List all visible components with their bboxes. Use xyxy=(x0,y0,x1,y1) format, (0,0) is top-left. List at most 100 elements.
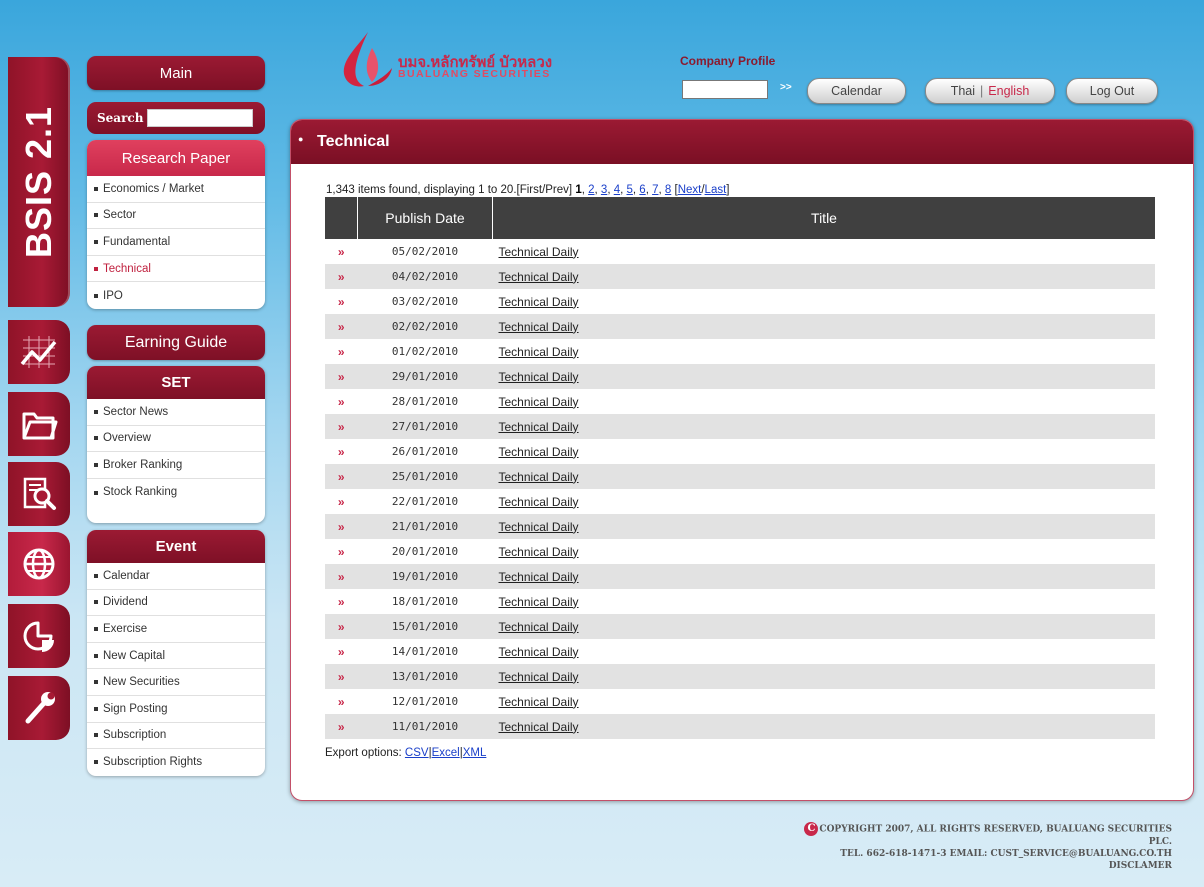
menu-item-broker-ranking[interactable]: Broker Ranking xyxy=(87,452,265,479)
report-title-link[interactable]: Technical Daily xyxy=(499,620,579,634)
lang-english-button[interactable]: English xyxy=(988,84,1029,98)
report-title-link[interactable]: Technical Daily xyxy=(499,695,579,709)
main-menu-button[interactable]: Main xyxy=(87,56,265,90)
search-label: Search xyxy=(97,111,144,125)
company-logo[interactable]: บมจ.หลักทรัพย์ บัวหลวง BUALUANG SECURITI… xyxy=(338,30,648,90)
report-title-link[interactable]: Technical Daily xyxy=(499,470,579,484)
menu-item-sector[interactable]: Sector xyxy=(87,203,265,230)
research-paper-heading[interactable]: Research Paper xyxy=(87,140,265,176)
company-profile-input[interactable] xyxy=(682,80,768,99)
menu-item-fundamental[interactable]: Fundamental xyxy=(87,229,265,256)
report-title-link[interactable]: Technical Daily xyxy=(499,545,579,559)
export-excel-link[interactable]: Excel xyxy=(432,747,460,759)
menu-item-technical[interactable]: Technical xyxy=(87,256,265,283)
report-title-link[interactable]: Technical Daily xyxy=(499,645,579,659)
event-heading[interactable]: Event xyxy=(87,530,265,563)
bullet-icon xyxy=(94,213,98,218)
tools-tab[interactable] xyxy=(8,676,70,740)
report-title-link[interactable]: Technical Daily xyxy=(499,295,579,309)
earning-guide-button[interactable]: Earning Guide xyxy=(87,325,265,360)
report-title-link[interactable]: Technical Daily xyxy=(499,245,579,259)
menu-item-label: Sign Posting xyxy=(103,702,168,715)
table-row: » 19/01/2010 Technical Daily xyxy=(325,564,1155,589)
calendar-button[interactable]: Calendar xyxy=(807,78,906,104)
publish-date-header[interactable]: Publish Date xyxy=(357,197,493,239)
set-heading[interactable]: SET xyxy=(87,366,265,399)
report-title-link[interactable]: Technical Daily xyxy=(499,445,579,459)
report-title-link[interactable]: Technical Daily xyxy=(499,670,579,684)
logout-button[interactable]: Log Out xyxy=(1066,78,1158,104)
publish-date-cell: 12/01/2010 xyxy=(357,689,493,714)
menu-item-sector-news[interactable]: Sector News xyxy=(87,399,265,426)
language-switch: Thai | English xyxy=(925,78,1055,104)
marker-column-header xyxy=(325,197,358,239)
report-title-link[interactable]: Technical Daily xyxy=(499,520,579,534)
publish-date-cell: 13/01/2010 xyxy=(357,664,493,689)
menu-item-subscription-rights[interactable]: Subscription Rights xyxy=(87,749,265,776)
page-link-6[interactable]: 6 xyxy=(639,184,645,196)
lang-thai-button[interactable]: Thai xyxy=(951,84,975,98)
report-title-link[interactable]: Technical Daily xyxy=(499,320,579,334)
report-title-link[interactable]: Technical Daily xyxy=(499,720,579,734)
menu-item-new-securities[interactable]: New Securities xyxy=(87,669,265,696)
folder-tab[interactable] xyxy=(8,392,70,456)
title-cell: Technical Daily xyxy=(492,489,1155,514)
menu-item-exercise[interactable]: Exercise xyxy=(87,616,265,643)
market-chart-tab[interactable] xyxy=(8,320,70,384)
menu-item-ipo[interactable]: IPO xyxy=(87,282,265,309)
bullet-icon xyxy=(94,733,98,738)
page-link-3[interactable]: 3 xyxy=(601,184,607,196)
publish-date-cell: 27/01/2010 xyxy=(357,414,493,439)
report-title-link[interactable]: Technical Daily xyxy=(499,595,579,609)
menu-item-label: IPO xyxy=(103,289,123,302)
document-search-tab[interactable] xyxy=(8,462,70,526)
row-marker-icon: » xyxy=(325,514,358,539)
menu-item-economics-market[interactable]: Economics / Market xyxy=(87,176,265,203)
title-cell: Technical Daily xyxy=(492,564,1155,589)
search-input[interactable] xyxy=(147,109,254,127)
bullet-icon xyxy=(94,490,98,495)
row-marker-icon: » xyxy=(325,289,358,314)
lotus-flame-icon xyxy=(343,32,392,87)
export-xml-link[interactable]: XML xyxy=(463,747,487,759)
report-title-link[interactable]: Technical Daily xyxy=(499,370,579,384)
next-link[interactable]: Next xyxy=(678,184,702,196)
table-row: » 15/01/2010 Technical Daily xyxy=(325,614,1155,639)
publish-date-cell: 03/02/2010 xyxy=(357,289,493,314)
page-link-2[interactable]: 2 xyxy=(588,184,594,196)
copyright-icon: C xyxy=(804,822,819,836)
page-link-8[interactable]: 8 xyxy=(665,184,671,196)
menu-item-subscription[interactable]: Subscription xyxy=(87,723,265,750)
export-csv-link[interactable]: CSV xyxy=(405,747,429,759)
menu-item-sign-posting[interactable]: Sign Posting xyxy=(87,696,265,723)
menu-item-calendar[interactable]: Calendar xyxy=(87,563,265,590)
menu-item-stock-ranking[interactable]: Stock Ranking xyxy=(87,479,265,523)
report-title-link[interactable]: Technical Daily xyxy=(499,495,579,509)
report-title-link[interactable]: Technical Daily xyxy=(499,420,579,434)
globe-tab[interactable] xyxy=(8,532,70,596)
report-title-link[interactable]: Technical Daily xyxy=(499,345,579,359)
title-cell: Technical Daily xyxy=(492,364,1155,389)
pie-chart-tab[interactable] xyxy=(8,604,70,668)
page-link-7[interactable]: 7 xyxy=(652,184,658,196)
page-link-5[interactable]: 5 xyxy=(627,184,633,196)
row-marker-icon: » xyxy=(325,714,358,739)
last-link[interactable]: Last xyxy=(705,184,727,196)
menu-item-overview[interactable]: Overview xyxy=(87,426,265,453)
report-title-link[interactable]: Technical Daily xyxy=(499,570,579,584)
row-marker-icon: » xyxy=(325,614,358,639)
report-title-link[interactable]: Technical Daily xyxy=(499,395,579,409)
menu-item-new-capital[interactable]: New Capital xyxy=(87,643,265,670)
bullet-icon xyxy=(94,706,98,711)
menu-item-dividend[interactable]: Dividend xyxy=(87,590,265,617)
pie-chart-icon xyxy=(23,621,54,652)
bullet-icon xyxy=(94,600,98,605)
disclaimer-link[interactable]: DISCLAMER xyxy=(786,860,1172,872)
publish-date-cell: 21/01/2010 xyxy=(357,514,493,539)
page-link-4[interactable]: 4 xyxy=(614,184,620,196)
bullet-icon xyxy=(94,409,98,414)
company-profile-go-button[interactable]: >> xyxy=(780,82,792,93)
title-header[interactable]: Title xyxy=(492,197,1155,239)
report-title-link[interactable]: Technical Daily xyxy=(499,270,579,284)
event-menu: Event Calendar Dividend Exercise New Cap… xyxy=(87,530,265,776)
